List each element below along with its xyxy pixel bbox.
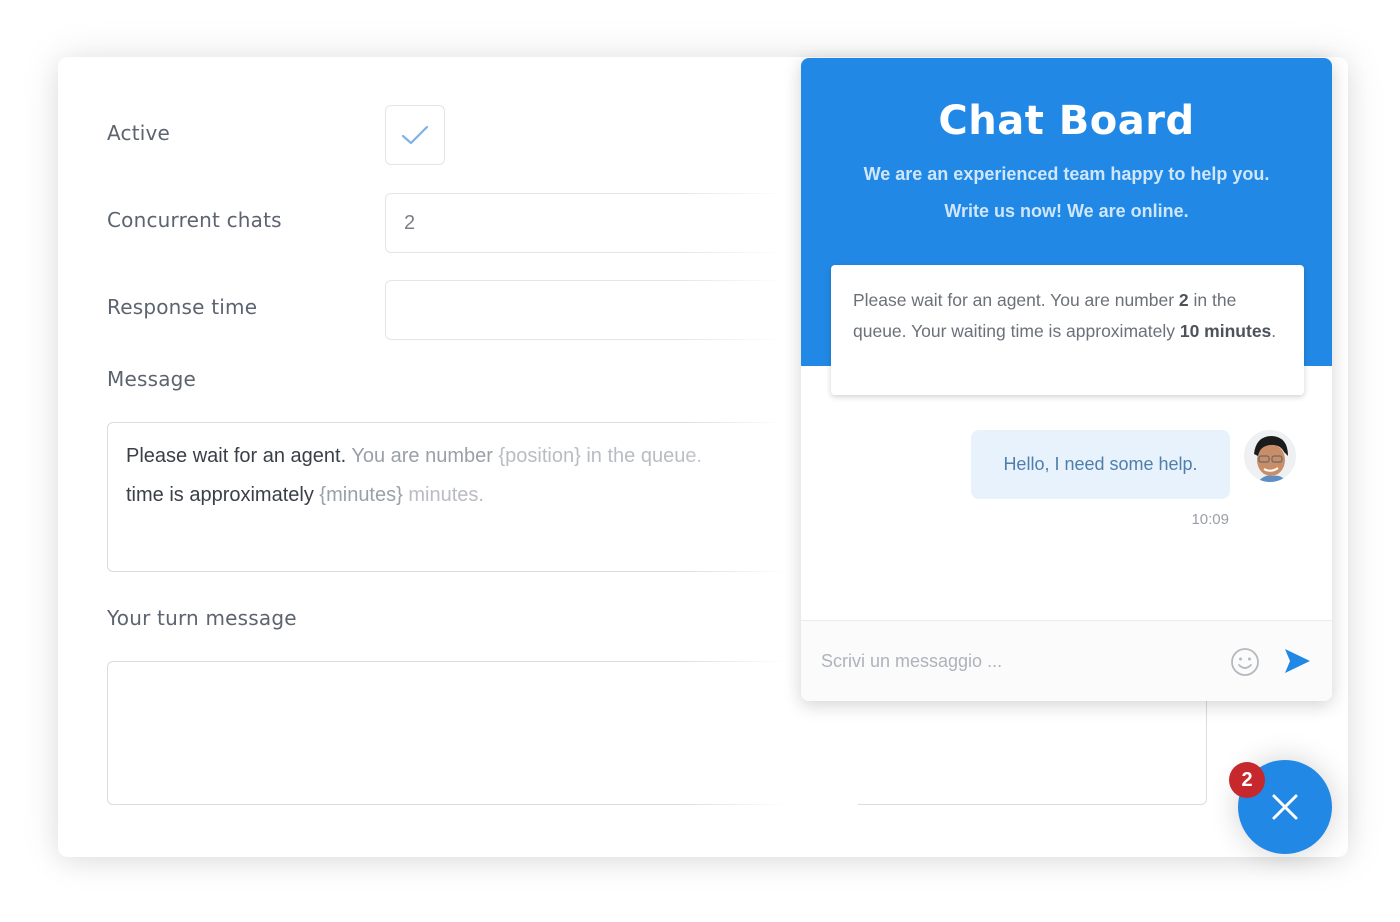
active-checkbox[interactable] (385, 105, 445, 165)
queue-minutes: 10 minutes (1179, 321, 1272, 341)
your-turn-message-label: Your turn message (107, 606, 297, 630)
chat-title: Chat Board (938, 98, 1195, 144)
send-icon (1285, 649, 1310, 673)
chat-subtitle: We are an experienced team happy to help… (863, 164, 1270, 221)
queue-position: 2 (1178, 290, 1189, 310)
message-bubble: Hello, I need some help. (971, 430, 1230, 499)
minutes-variable: {minutes} (319, 484, 403, 506)
close-icon (1272, 794, 1298, 820)
queue-notice: Please wait for an agent. You are number… (831, 265, 1304, 395)
concurrent-chats-label: Concurrent chats (107, 208, 282, 232)
checkmark-icon (401, 125, 429, 145)
send-button[interactable] (1282, 646, 1312, 676)
chat-footer (801, 620, 1332, 701)
emoji-button[interactable] (1229, 646, 1261, 678)
active-label: Active (107, 121, 171, 145)
notification-badge: 2 (1229, 762, 1265, 798)
message-text: Please wait for an agent. (126, 445, 347, 467)
message-label: Message (107, 367, 197, 391)
response-time-label: Response time (107, 295, 258, 319)
message-time: 10:09 (1191, 511, 1229, 528)
user-avatar-icon (1244, 430, 1296, 482)
chat-widget: Chat Board We are an experienced team ha… (801, 58, 1332, 701)
smiley-icon (1231, 648, 1259, 676)
chat-message-input[interactable] (821, 643, 1201, 679)
avatar (1244, 430, 1296, 482)
position-variable: {position} (498, 445, 581, 467)
